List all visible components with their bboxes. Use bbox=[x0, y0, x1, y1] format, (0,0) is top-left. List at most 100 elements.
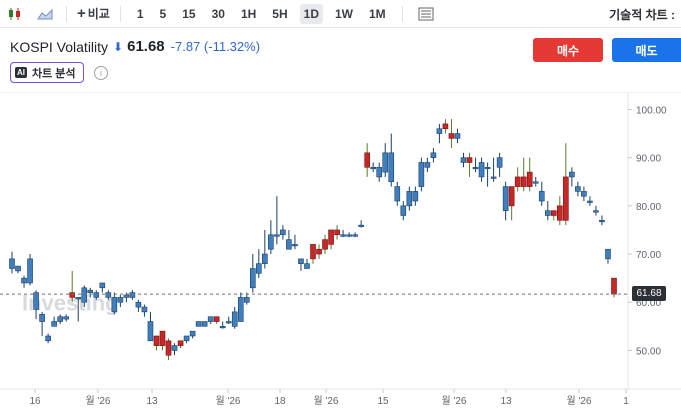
ai-chart-analysis-button[interactable]: AI 차트 분석 bbox=[10, 62, 84, 83]
candle-body bbox=[322, 239, 328, 250]
candle-body bbox=[394, 186, 401, 202]
candle-body bbox=[304, 263, 310, 269]
candle-body bbox=[9, 258, 15, 269]
candle-body bbox=[316, 248, 322, 255]
candle-body bbox=[57, 316, 63, 322]
x-tick-label: 월 '26 bbox=[313, 395, 338, 407]
candle-body bbox=[448, 133, 455, 139]
price-change: -7.87 (-11.32%) bbox=[171, 39, 260, 54]
timeframe-1[interactable]: 1 bbox=[133, 4, 148, 24]
candle-body bbox=[123, 294, 130, 298]
ai-badge: AI bbox=[15, 67, 27, 78]
candle-body bbox=[340, 234, 346, 237]
candle-body bbox=[243, 297, 250, 303]
y-tick-label: 100.00 bbox=[636, 105, 667, 116]
candle-body bbox=[27, 258, 33, 284]
candle-body bbox=[352, 234, 358, 237]
y-tick-label: 80.00 bbox=[636, 202, 661, 213]
candle-body bbox=[382, 152, 389, 173]
candle-body bbox=[231, 311, 238, 327]
candle-body bbox=[334, 229, 340, 236]
timeframe-30[interactable]: 30 bbox=[208, 4, 229, 24]
last-price: 61.68 bbox=[127, 38, 165, 55]
x-tick-label: 월 '26 bbox=[85, 395, 110, 407]
candle-body bbox=[135, 301, 142, 308]
price-chart[interactable]: 100.0090.0080.0070.0060.0050.00Investing… bbox=[0, 93, 681, 417]
candle-body bbox=[544, 210, 551, 216]
timeframe-1h[interactable]: 1H bbox=[237, 4, 260, 24]
candle-body bbox=[406, 191, 413, 207]
indicators-icon[interactable] bbox=[415, 0, 437, 28]
candle-body bbox=[593, 210, 599, 213]
candle-body bbox=[93, 292, 100, 298]
candle-body bbox=[147, 321, 154, 342]
toolbar-divider bbox=[401, 5, 403, 22]
candle-body bbox=[256, 263, 262, 274]
plus-icon: + bbox=[77, 5, 86, 22]
buy-button[interactable]: 매수 bbox=[533, 38, 603, 62]
candle-body bbox=[195, 321, 202, 327]
technical-chart-link[interactable]: 기술적 차트 : bbox=[609, 0, 675, 28]
candle-body bbox=[328, 229, 334, 245]
candle-body bbox=[111, 297, 118, 313]
candle-body bbox=[99, 282, 106, 289]
candle-body bbox=[177, 340, 184, 346]
candle-body bbox=[45, 335, 51, 342]
candle-body bbox=[21, 277, 27, 284]
candle-body bbox=[189, 330, 196, 337]
candle-body bbox=[388, 152, 395, 183]
candle-body bbox=[599, 220, 605, 223]
timeframe-group: 1 5 15 30 1H 5H 1D 1W 1M bbox=[133, 3, 390, 24]
candle-body bbox=[502, 186, 509, 211]
candle-body bbox=[466, 157, 473, 163]
candle-body bbox=[587, 200, 593, 203]
toolbar-divider bbox=[119, 5, 121, 22]
timeframe-1d[interactable]: 1D bbox=[299, 3, 323, 24]
candle-body bbox=[418, 162, 425, 187]
candle-body bbox=[442, 123, 449, 130]
candle-body bbox=[364, 152, 370, 168]
candle-body bbox=[370, 166, 377, 170]
candle-body bbox=[201, 321, 208, 327]
area-chart-icon[interactable] bbox=[30, 0, 60, 28]
candle-body bbox=[219, 326, 226, 329]
x-tick-label: 월 '26 bbox=[215, 395, 240, 407]
candle-body bbox=[575, 186, 581, 192]
candle-body bbox=[237, 297, 244, 322]
timeframe-15[interactable]: 15 bbox=[178, 4, 199, 24]
timeframe-1w[interactable]: 1W bbox=[331, 4, 357, 24]
x-tick-label: 18 bbox=[274, 396, 286, 407]
candle-body bbox=[81, 287, 88, 303]
candle-body bbox=[605, 248, 611, 260]
candle-body bbox=[514, 176, 521, 187]
candle-body bbox=[280, 229, 286, 236]
candle-body bbox=[75, 297, 82, 300]
instrument-name: KOSPI Volatility bbox=[10, 38, 109, 55]
candle-body bbox=[250, 268, 256, 289]
compare-button[interactable]: + 비교 bbox=[73, 4, 114, 24]
candle-body bbox=[268, 234, 274, 250]
x-tick-label: 1 bbox=[623, 396, 629, 407]
info-icon[interactable]: i bbox=[94, 66, 108, 80]
candle-body bbox=[63, 316, 69, 320]
arrow-down-icon: ⬇ bbox=[113, 39, 124, 54]
candle-body bbox=[460, 157, 467, 163]
x-tick-label: 15 bbox=[377, 396, 389, 407]
candle-body bbox=[358, 224, 364, 227]
candle-body bbox=[581, 191, 587, 197]
candle-body bbox=[412, 191, 419, 202]
candle-body bbox=[213, 316, 220, 322]
timeframe-1m[interactable]: 1M bbox=[365, 4, 390, 24]
candle-body bbox=[611, 277, 617, 295]
candle-body bbox=[105, 292, 112, 298]
candlestick-icon[interactable] bbox=[0, 0, 30, 28]
candle-body bbox=[15, 265, 21, 272]
timeframe-5h[interactable]: 5H bbox=[268, 4, 291, 24]
timeframe-5[interactable]: 5 bbox=[156, 4, 171, 24]
candle-body bbox=[51, 321, 57, 327]
technical-chart-label: 기술적 차트 : bbox=[609, 7, 675, 22]
sell-button[interactable]: 매도 bbox=[612, 38, 681, 62]
instrument-header: KOSPI Volatility ⬇ 61.68 -7.87 (-11.32%) bbox=[10, 38, 260, 55]
candle-body bbox=[129, 292, 136, 298]
y-tick-label: 70.00 bbox=[636, 250, 661, 261]
